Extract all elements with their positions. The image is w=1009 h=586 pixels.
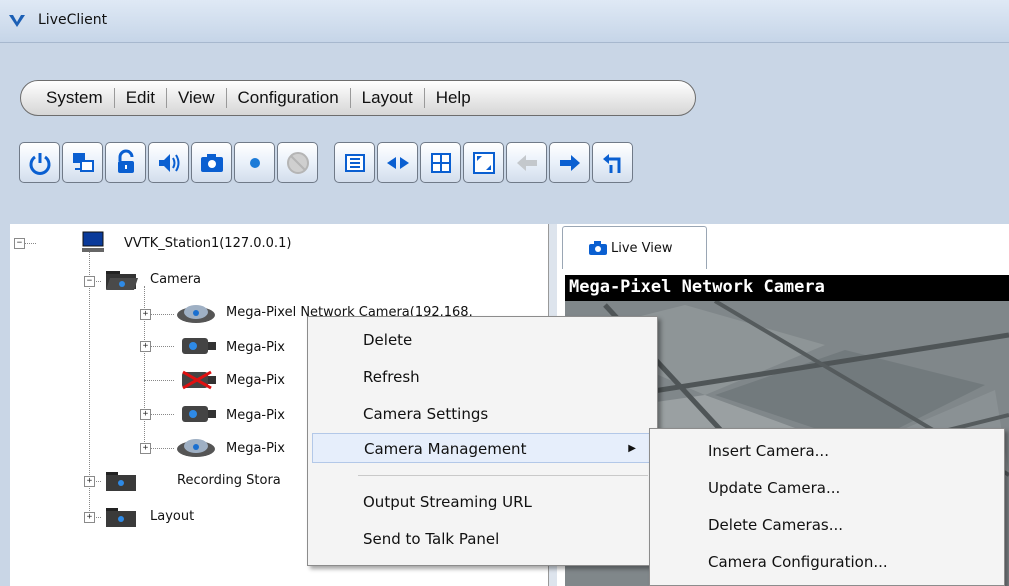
record-icon [249, 157, 260, 168]
menu-item-camera-settings[interactable]: Camera Settings [308, 399, 655, 429]
submenu-item-update-camera[interactable]: Update Camera... [650, 473, 1002, 503]
fullscreen-icon [472, 151, 495, 174]
snapshot-button[interactable] [191, 142, 232, 183]
return-button[interactable] [592, 142, 633, 183]
submenu-item-delete-cameras[interactable]: Delete Cameras... [650, 510, 1002, 540]
camera-2-expand-toggle[interactable]: + [140, 341, 151, 352]
dome-camera-icon [177, 305, 215, 323]
menu-layout[interactable]: Layout [351, 88, 425, 108]
camera-folder-collapse-toggle[interactable]: − [84, 276, 95, 287]
camera-5-expand-toggle[interactable]: + [140, 443, 151, 454]
swap-icon [386, 156, 409, 169]
menu-separator [358, 475, 648, 476]
forward-button[interactable] [549, 142, 590, 183]
speaker-button[interactable] [148, 142, 189, 183]
dome-camera-icon [177, 439, 215, 457]
submenu-item-camera-configuration[interactable]: Camera Configuration... [650, 547, 1002, 577]
return-icon [602, 153, 620, 173]
menu-configuration[interactable]: Configuration [227, 88, 351, 108]
grid-layout-button[interactable] [420, 142, 461, 183]
menu-item-delete[interactable]: Delete [308, 325, 655, 355]
layout-expand-toggle[interactable]: + [84, 512, 95, 523]
lock-button[interactable] [105, 142, 146, 183]
network-button[interactable] [62, 142, 103, 183]
toolbar [0, 140, 1009, 192]
open-folder-icon [106, 271, 138, 290]
speaker-icon [158, 153, 179, 172]
submenu-item-insert-camera[interactable]: Insert Camera... [650, 436, 1002, 466]
power-icon [29, 152, 50, 175]
box-camera-icon [182, 406, 216, 422]
menu-item-camera-management[interactable]: Camera Management ▶ [312, 433, 651, 463]
tree-camera-folder-label[interactable]: Camera [150, 272, 201, 287]
network-icon [72, 152, 94, 172]
power-button[interactable] [19, 142, 60, 183]
submenu-arrow-icon: ▶ [628, 443, 636, 454]
menu-help[interactable]: Help [425, 88, 482, 108]
tab-live-view[interactable]: Live View [562, 226, 707, 269]
camera-4-expand-toggle[interactable]: + [140, 409, 151, 420]
back-button[interactable] [506, 142, 547, 183]
folder-icon [106, 508, 136, 527]
grid-icon [430, 152, 451, 173]
menu-item-camera-management-label: Camera Management [364, 440, 527, 458]
camera-icon [589, 241, 607, 255]
menu-item-refresh[interactable]: Refresh [308, 362, 655, 392]
lock-icon [117, 149, 134, 173]
tree-camera-5-label[interactable]: Mega-Pix [226, 441, 285, 456]
app-logo-icon [9, 15, 25, 27]
folder-icon [106, 472, 136, 491]
swap-button[interactable] [377, 142, 418, 183]
tab-live-view-label: Live View [611, 241, 673, 256]
menu-item-send-to-talk-panel[interactable]: Send to Talk Panel [308, 524, 655, 554]
camera-icon [200, 153, 223, 172]
camera-management-submenu: Insert Camera... Update Camera... Delete… [649, 428, 1005, 586]
tree-recording-label[interactable]: Recording Stora [177, 473, 281, 488]
back-arrow-icon [516, 154, 537, 171]
fullscreen-button[interactable] [463, 142, 504, 183]
menu-view[interactable]: View [167, 88, 227, 108]
settings-button[interactable] [334, 142, 375, 183]
menu-item-output-streaming-url[interactable]: Output Streaming URL [308, 487, 655, 517]
camera-offline-icon [182, 370, 216, 390]
record-button[interactable] [234, 142, 275, 183]
forward-arrow-icon [559, 154, 580, 171]
tree-camera-2-label[interactable]: Mega-Pix [226, 340, 285, 355]
menu-system[interactable]: System [35, 88, 115, 108]
tree-camera-4-label[interactable]: Mega-Pix [226, 408, 285, 423]
disabled-button[interactable] [277, 142, 318, 183]
disabled-icon [286, 151, 309, 174]
window-title: LiveClient [38, 12, 108, 28]
camera-1-expand-toggle[interactable]: + [140, 309, 151, 320]
context-menu: Delete Refresh Camera Settings Camera Ma… [307, 316, 658, 566]
station-collapse-toggle[interactable]: − [14, 238, 25, 249]
tree-camera-3-label[interactable]: Mega-Pix [226, 373, 285, 388]
title-bar: LiveClient [0, 0, 1009, 43]
video-title: Mega-Pixel Network Camera [565, 275, 1009, 301]
tree-layout-label[interactable]: Layout [150, 509, 194, 524]
box-camera-icon [182, 338, 216, 354]
computer-icon [82, 231, 104, 252]
recording-expand-toggle[interactable]: + [84, 476, 95, 487]
settings-icon [344, 153, 365, 172]
menu-edit[interactable]: Edit [115, 88, 167, 108]
menu-bar: System Edit View Configuration Layout He… [20, 80, 696, 116]
tree-station-label[interactable]: VVTK_Station1(127.0.0.1) [124, 236, 291, 251]
